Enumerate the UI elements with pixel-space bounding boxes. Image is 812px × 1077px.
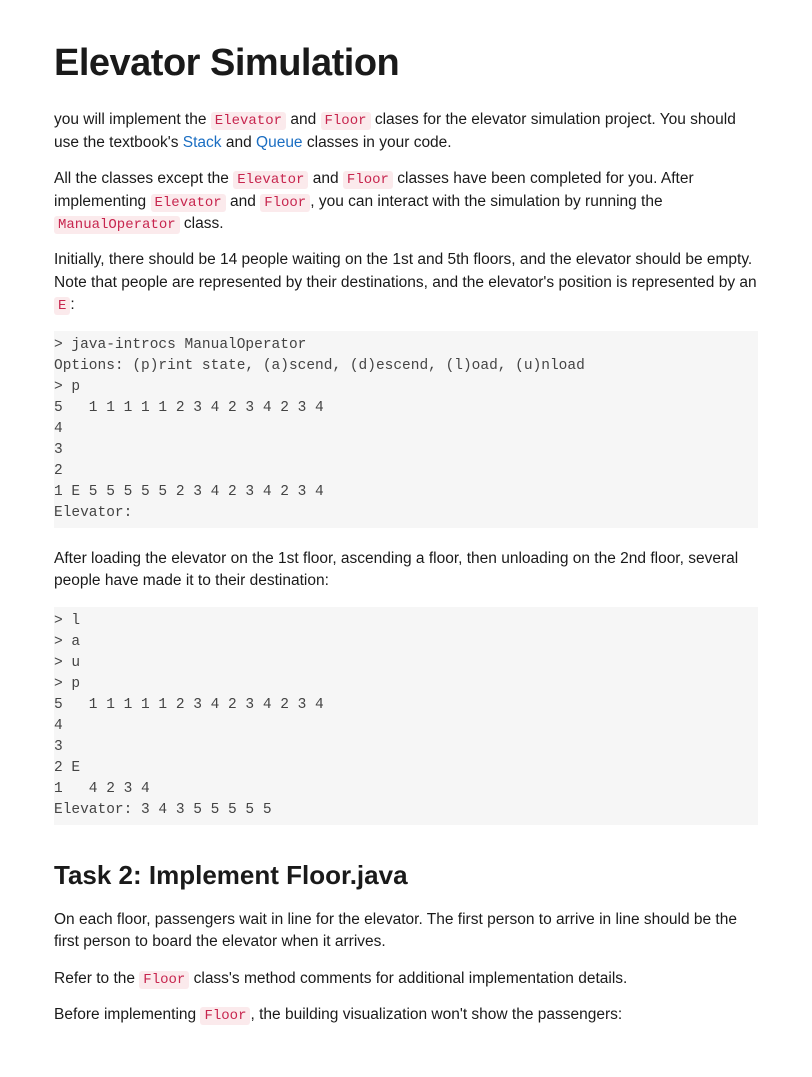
task-2-paragraph-1: On each floor, passengers wait in line f… <box>54 909 758 954</box>
text: and <box>226 193 260 210</box>
code-elevator: Elevator <box>151 194 226 212</box>
code-elevator: Elevator <box>211 112 286 130</box>
code-floor: Floor <box>139 971 189 989</box>
code-e: E <box>54 297 70 315</box>
link-queue[interactable]: Queue <box>256 134 303 151</box>
task-2-paragraph-3: Before implementing Floor, the building … <box>54 1004 758 1026</box>
task-2-heading: Task 2: Implement Floor.java <box>54 857 758 895</box>
code-elevator: Elevator <box>233 171 308 189</box>
task-2-paragraph-2: Refer to the Floor class's method commen… <box>54 968 758 990</box>
intro-paragraph-1: you will implement the Elevator and Floo… <box>54 109 758 154</box>
intro-paragraph-2: All the classes except the Elevator and … <box>54 168 758 235</box>
code-floor: Floor <box>343 171 393 189</box>
text: : <box>70 296 74 313</box>
text: you will implement the <box>54 111 211 128</box>
link-stack[interactable]: Stack <box>183 134 222 151</box>
text: , you can interact with the simulation b… <box>310 193 662 210</box>
text: Before implementing <box>54 1006 200 1023</box>
code-floor: Floor <box>321 112 371 130</box>
text: Initially, there should be 14 people wai… <box>54 251 757 290</box>
page-title: Elevator Simulation <box>54 36 758 91</box>
code-floor: Floor <box>260 194 310 212</box>
code-block-initial-state: > java-introcs ManualOperator Options: (… <box>54 331 758 528</box>
text: and <box>222 134 256 151</box>
text: and <box>308 170 342 187</box>
text: classes in your code. <box>303 134 452 151</box>
text: and <box>286 111 320 128</box>
code-block-after-load: > l > a > u > p 5 1 1 1 1 1 2 3 4 2 3 4 … <box>54 607 758 825</box>
text: , the building visualization won't show … <box>250 1006 622 1023</box>
code-floor: Floor <box>200 1007 250 1025</box>
text: Refer to the <box>54 970 139 987</box>
intro-paragraph-3: Initially, there should be 14 people wai… <box>54 249 758 316</box>
text: All the classes except the <box>54 170 233 187</box>
text: class. <box>180 215 224 232</box>
code-manualoperator: ManualOperator <box>54 216 180 234</box>
paragraph-after-first-code: After loading the elevator on the 1st fl… <box>54 548 758 593</box>
text: class's method comments for additional i… <box>189 970 627 987</box>
